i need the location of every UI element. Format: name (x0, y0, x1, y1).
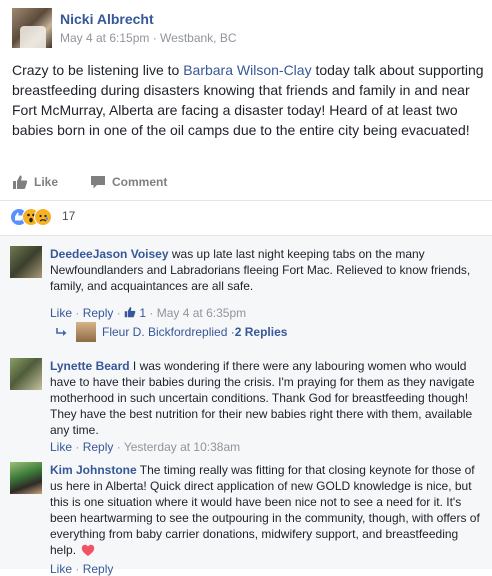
commenter-avatar[interactable] (10, 462, 42, 494)
mention-link[interactable]: Barbara Wilson-Clay (183, 62, 311, 78)
reply-arrow-icon (56, 328, 67, 336)
heart-icon (82, 545, 95, 557)
comment-reply-link[interactable]: Reply (83, 440, 114, 454)
author-name[interactable]: Nicki Albrecht (60, 11, 154, 27)
comment-like-link[interactable]: Like (50, 562, 72, 576)
comment-time[interactable]: May 4 at 6:35pm (157, 306, 246, 320)
comment-like-count[interactable]: 1 (139, 306, 146, 320)
comment-reply-link[interactable]: Reply (83, 562, 114, 576)
commenter-avatar[interactable] (10, 246, 42, 278)
comment-like-link[interactable]: Like (50, 440, 72, 454)
comment-time[interactable]: Yesterday at 10:38am (124, 440, 240, 454)
commenter-name[interactable]: Lynette Beard (50, 359, 130, 373)
replied-text: replied · (191, 325, 235, 339)
comment-text: DeedeeJason Voisey was up late last nigh… (50, 246, 482, 294)
comment-button[interactable]: Comment (90, 174, 167, 190)
comment-text: Kim Johnstone The timing really was fitt… (50, 462, 482, 558)
post-meta[interactable]: May 4 at 6:15pm · Westbank, BC (60, 31, 237, 45)
author-avatar[interactable] (12, 8, 52, 48)
thumbs-up-icon (124, 307, 136, 318)
comment-actions: Like · Reply (50, 562, 114, 576)
commenter-name[interactable]: DeedeeJason Voisey (50, 247, 169, 261)
facebook-post: Nicki Albrecht May 4 at 6:15pm · Westban… (0, 0, 492, 576)
sad-reaction-icon (34, 208, 52, 226)
comment-body: The timing really was fitting for that c… (50, 463, 480, 557)
commenter-avatar[interactable] (10, 358, 42, 390)
like-button[interactable]: Like (12, 174, 58, 190)
reaction-count: 17 (62, 209, 76, 223)
post-text-start: Crazy to be listening live to (12, 62, 184, 78)
comment-reply-link[interactable]: Reply (83, 306, 114, 320)
comment-text: Lynette Beard I was wondering if there w… (50, 358, 482, 438)
comment-like-link[interactable]: Like (50, 306, 72, 320)
commenter-name[interactable]: Kim Johnstone (50, 463, 137, 477)
replier-name: Fleur D. Bickford (102, 325, 192, 339)
replies-summary[interactable]: Fleur D. Bickford replied · 2 Replies (56, 322, 287, 342)
comment-label: Comment (112, 175, 168, 189)
actions-divider (0, 200, 492, 201)
comment-actions: Like · Reply · 1 · May 4 at 6:35pm (50, 306, 247, 320)
like-label: Like (34, 175, 59, 189)
comments-section: DeedeeJason Voisey was up late last nigh… (0, 236, 492, 576)
thumbs-up-icon (13, 175, 28, 189)
replier-avatar (76, 322, 96, 342)
post-text: Crazy to be listening live to Barbara Wi… (12, 60, 484, 140)
reply-count: 2 Replies (234, 325, 288, 339)
comment-icon (91, 176, 105, 189)
comment-actions: Like · Reply · Yesterday at 10:38am (50, 440, 241, 454)
